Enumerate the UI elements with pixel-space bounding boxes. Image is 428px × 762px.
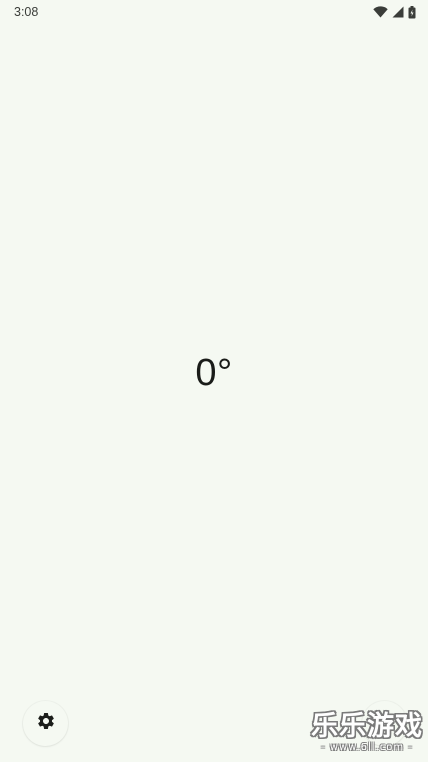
main-content: 0° [0, 24, 428, 704]
angle-readout: 0° [195, 352, 233, 394]
gear-icon [36, 711, 56, 736]
status-icons [373, 5, 416, 19]
settings-button[interactable] [23, 701, 68, 746]
cell-signal-icon [392, 6, 404, 18]
watermark-url: - www.6ll.com - [321, 742, 413, 753]
grid-icon [376, 712, 394, 735]
wifi-icon [373, 6, 388, 18]
grid-button[interactable] [362, 701, 407, 746]
battery-icon [408, 5, 416, 19]
status-time: 3:08 [14, 5, 39, 19]
status-bar: 3:08 [0, 0, 428, 24]
